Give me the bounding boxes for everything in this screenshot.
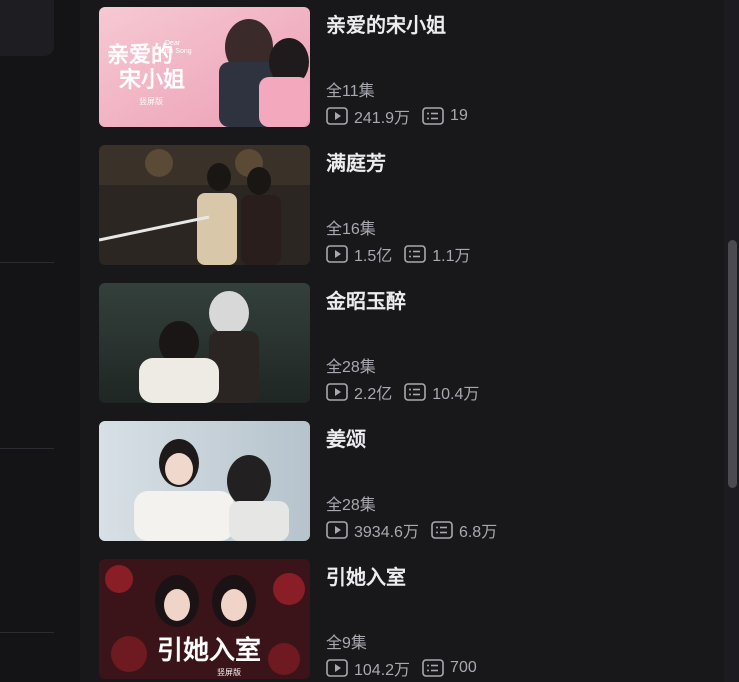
drama-thumbnail[interactable] (99, 145, 310, 265)
left-divider (0, 632, 54, 633)
left-divider (0, 448, 54, 449)
episode-count: 全28集 (326, 359, 376, 376)
comment-count-value: 19 (450, 107, 468, 124)
thumbnail-badge: 竖屏版 (139, 96, 163, 106)
list-item[interactable]: 姜颂 全28集 3934.6万 6.8万 (99, 421, 699, 541)
thumbnail-subtitle-en: Dear (165, 40, 181, 47)
drama-title[interactable]: 金昭玉醉 (326, 285, 406, 314)
comment-count: 1.1万 (404, 242, 471, 266)
comment-list-icon (431, 521, 453, 539)
stats-row: 241.9万 19 (326, 105, 480, 127)
comment-list-icon (404, 383, 427, 401)
scrollbar-thumb[interactable] (728, 240, 737, 488)
scrollbar[interactable] (724, 0, 739, 682)
left-panel (0, 0, 54, 682)
episode-count: 全9集 (326, 635, 367, 652)
comment-count: 10.4万 (404, 380, 479, 404)
comment-list-icon (422, 107, 444, 125)
play-icon (326, 521, 348, 539)
comment-count: 19 (422, 107, 468, 125)
play-count: 104.2万 (326, 656, 410, 680)
stats-row: 3934.6万 6.8万 (326, 519, 509, 541)
drama-thumbnail[interactable]: 引她入室 竖屏版 (99, 559, 310, 679)
comment-count-value: 1.1万 (432, 248, 471, 265)
comment-count: 700 (422, 659, 477, 677)
episode-count: 全11集 (326, 83, 375, 100)
play-count-value: 2.2亿 (354, 386, 393, 403)
play-icon (326, 107, 348, 125)
stats-row: 104.2万 700 (326, 657, 489, 679)
comment-list-icon (404, 245, 427, 263)
list-item[interactable]: 满庭芳 全16集 1.5亿 1.1万 (99, 145, 699, 265)
drama-title[interactable]: 满庭芳 (326, 147, 386, 176)
drama-title[interactable]: 姜颂 (326, 423, 366, 452)
drama-title[interactable]: 引她入室 (326, 561, 406, 590)
play-count: 3934.6万 (326, 518, 419, 542)
play-icon (326, 245, 348, 263)
thumbnail-badge: 竖屏版 (217, 667, 241, 677)
drama-title[interactable]: 亲爱的宋小姐 (326, 9, 446, 38)
drama-thumbnail[interactable] (99, 421, 310, 541)
comment-list-icon (422, 659, 444, 677)
thumbnail-title: 引她入室 (157, 635, 261, 666)
list-item[interactable]: 金昭玉醉 全28集 2.2亿 10.4万 (99, 283, 699, 403)
comment-count-value: 700 (450, 659, 477, 676)
episode-count: 全28集 (326, 497, 376, 514)
list-item[interactable]: 引她入室 竖屏版 引她入室 全9集 104.2万 700 (99, 559, 699, 679)
play-count-value: 3934.6万 (354, 524, 419, 541)
play-count: 241.9万 (326, 104, 410, 128)
play-count-value: 241.9万 (354, 110, 411, 127)
comment-count-value: 6.8万 (458, 524, 498, 541)
play-icon (326, 659, 348, 677)
episode-count: 全16集 (326, 221, 376, 238)
play-count-value: 104.2万 (354, 662, 411, 679)
list-item[interactable]: 亲爱的 宋小姐 Dear Miss Song 竖屏版 亲爱的宋小姐 全11集 2… (99, 7, 699, 127)
play-icon (326, 383, 348, 401)
play-count: 1.5亿 (326, 242, 392, 266)
comment-count-value: 10.4万 (432, 386, 480, 403)
left-divider (0, 262, 54, 263)
comment-count: 6.8万 (431, 518, 497, 542)
play-count-value: 1.5亿 (354, 248, 393, 265)
play-count: 2.2亿 (326, 380, 392, 404)
thumbnail-subtitle-en: Miss Song (159, 48, 192, 55)
stats-row: 1.5亿 1.1万 (326, 243, 483, 265)
drama-thumbnail[interactable] (99, 283, 310, 403)
drama-thumbnail[interactable]: 亲爱的 宋小姐 Dear Miss Song 竖屏版 (99, 7, 310, 127)
stats-row: 2.2亿 10.4万 (326, 381, 491, 403)
left-panel-card[interactable] (0, 0, 54, 56)
thumbnail-title-line2: 宋小姐 (119, 67, 185, 93)
thumbnail-title-line1: 亲爱的 (107, 42, 173, 68)
